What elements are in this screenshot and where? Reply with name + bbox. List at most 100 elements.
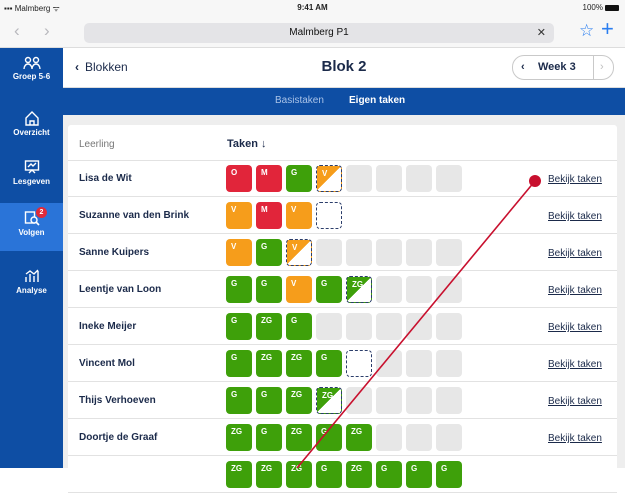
address-field[interactable]: Malmberg P1 ✕ [84,23,554,43]
task-tile[interactable] [376,165,402,192]
sidebar-item-analyse[interactable]: Analyse [0,268,63,308]
task-tile[interactable]: G [226,387,252,414]
next-week-button[interactable]: › [600,61,604,73]
task-tile[interactable]: G [226,350,252,377]
task-tile[interactable]: G [256,239,282,266]
task-tile[interactable] [346,350,372,377]
task-tile[interactable]: G [316,350,342,377]
task-tile[interactable] [376,239,402,266]
task-tile[interactable] [436,387,462,414]
task-tile[interactable] [376,276,402,303]
task-tile[interactable] [346,313,372,340]
task-tile[interactable]: G [256,276,282,303]
task-tile[interactable]: ZG [286,350,312,377]
task-tile[interactable] [346,165,372,192]
task-tile[interactable]: ZG [346,276,372,303]
view-tasks-link[interactable]: Bekijk taken [548,211,602,222]
task-tile[interactable] [406,239,432,266]
task-tile[interactable]: ZG [256,461,282,488]
task-tile[interactable] [406,165,432,192]
task-grade: ZG [261,464,273,473]
task-tile[interactable]: O [226,165,252,192]
task-tile[interactable]: ZG [346,424,372,451]
task-tile[interactable]: G [376,461,402,488]
task-tile[interactable] [346,387,372,414]
task-tile[interactable]: V [316,165,342,192]
task-grade: ZG [291,464,303,473]
task-tile[interactable]: V [226,239,252,266]
view-tasks-link[interactable]: Bekijk taken [548,248,602,259]
task-tile[interactable]: G [316,276,342,303]
task-tile[interactable]: ZG [286,461,312,488]
task-tile[interactable]: ZG [226,424,252,451]
task-tile[interactable] [346,239,372,266]
tab-eigen-taken[interactable]: Eigen taken [349,95,405,106]
chevron-left-icon[interactable]: ‹ [14,21,20,41]
view-tasks-link[interactable]: Bekijk taken [548,285,602,296]
task-tile[interactable] [436,350,462,377]
task-tile[interactable]: ZG [286,387,312,414]
task-tile[interactable] [316,202,342,229]
task-tile[interactable] [376,313,402,340]
task-tile[interactable] [376,387,402,414]
task-tile[interactable]: V [286,202,312,229]
table-row: Lisa de Wit O M G V Bekijk taken [68,161,617,197]
view-tasks-link[interactable]: Bekijk taken [548,174,602,185]
task-tile[interactable]: G [406,461,432,488]
presentation-icon [24,160,39,174]
task-tile[interactable] [316,239,342,266]
column-header-tasks[interactable]: Taken ↓ [227,138,267,150]
task-tile[interactable]: G [316,461,342,488]
task-tile[interactable] [406,387,432,414]
task-tile[interactable] [406,350,432,377]
close-icon[interactable]: ✕ [537,23,546,43]
task-tile[interactable]: G [226,313,252,340]
view-tasks-link[interactable]: Bekijk taken [548,396,602,407]
task-tile[interactable]: V [286,276,312,303]
task-grade: V [231,242,237,251]
task-tile[interactable]: G [436,461,462,488]
task-tile[interactable] [436,313,462,340]
task-tile[interactable] [406,313,432,340]
chevron-right-icon[interactable]: › [44,21,50,41]
view-tasks-link[interactable]: Bekijk taken [548,322,602,333]
task-tile[interactable] [406,276,432,303]
task-tile[interactable]: M [256,165,282,192]
view-tasks-link[interactable]: Bekijk taken [548,359,602,370]
task-tile[interactable] [316,313,342,340]
sidebar-item-groep[interactable]: Groep 5-6 [0,56,63,96]
tab-basistaken[interactable]: Basistaken [275,95,324,106]
task-tile[interactable]: ZG [226,461,252,488]
task-tile[interactable]: M [256,202,282,229]
sidebar-item-lesgeven[interactable]: Lesgeven [0,159,63,199]
task-tile[interactable]: ZG [316,387,342,414]
task-tile[interactable]: ZG [256,313,282,340]
task-tile[interactable]: ZG [346,461,372,488]
star-icon[interactable]: ☆ [579,21,594,41]
task-tile[interactable]: G [286,313,312,340]
task-tile[interactable] [376,350,402,377]
task-tile[interactable] [436,165,462,192]
task-grade: G [291,168,298,177]
view-tasks-link[interactable]: Bekijk taken [548,433,602,444]
task-tile[interactable] [436,424,462,451]
task-tile[interactable]: G [256,387,282,414]
task-tile[interactable] [436,276,462,303]
task-tile[interactable]: ZG [256,350,282,377]
task-tile[interactable]: G [256,424,282,451]
task-tile[interactable]: ZG [286,424,312,451]
task-tile[interactable]: V [286,239,312,266]
plus-icon[interactable]: + [601,18,614,40]
sidebar-item-volgen[interactable]: 2 Volgen [0,203,63,251]
task-tile[interactable] [436,239,462,266]
task-tile[interactable] [376,424,402,451]
task-tile[interactable]: G [226,276,252,303]
sidebar-item-label: Lesgeven [13,177,50,186]
task-tile[interactable]: V [226,202,252,229]
task-tile[interactable] [406,424,432,451]
sidebar-item-overzicht[interactable]: Overzicht [0,110,63,150]
task-tile[interactable]: G [286,165,312,192]
task-tile[interactable]: G [316,424,342,451]
previous-week-button[interactable]: ‹ [521,61,525,73]
student-name: Thijs Verhoeven [79,395,156,406]
